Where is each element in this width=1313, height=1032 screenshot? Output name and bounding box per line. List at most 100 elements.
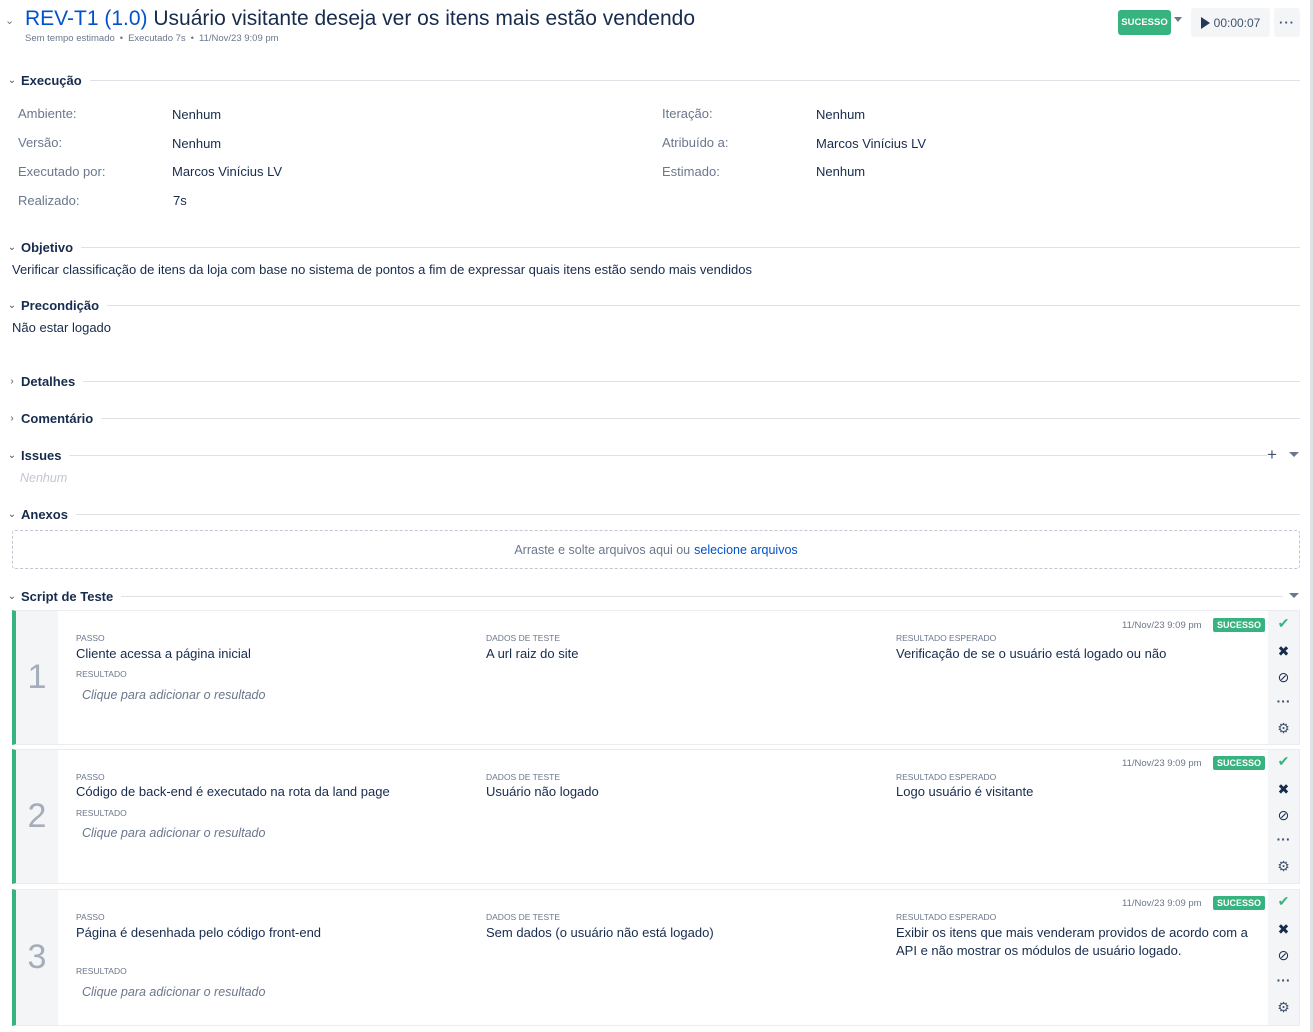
step-expected-text[interactable]: Exibir os itens que mais venderam provid… bbox=[896, 924, 1268, 960]
section-title: Comentário bbox=[21, 410, 94, 426]
meta-dot: • bbox=[190, 33, 194, 44]
caption-result: RESULTADO bbox=[76, 669, 127, 679]
caption-data: DADOS DE TESTE bbox=[486, 633, 560, 643]
test-step: 1 PASSO Cliente acessa a página inicial … bbox=[12, 610, 1300, 745]
caption-result: RESULTADO bbox=[76, 808, 127, 818]
test-step: 2 PASSO Código de back-end é executado n… bbox=[12, 749, 1300, 884]
test-step: 3 PASSO Página é desenhada pelo código f… bbox=[12, 889, 1300, 1026]
section-title: Script de Teste bbox=[21, 588, 114, 604]
chevron-right-icon: › bbox=[10, 412, 14, 424]
divider bbox=[107, 304, 1300, 306]
step-date: 11/Nov/23 9:09 pm bbox=[1122, 758, 1202, 769]
more-icon[interactable]: ··· bbox=[1268, 693, 1299, 709]
issues-dropdown-icon[interactable] bbox=[1289, 452, 1299, 457]
objective-text: Verificar classificação de itens da loja… bbox=[12, 262, 752, 277]
block-icon[interactable]: ⊘ bbox=[1268, 669, 1299, 686]
test-key-link[interactable]: REV-T1 (1.0) bbox=[25, 7, 148, 30]
status-badge: SUCESSO bbox=[1213, 896, 1266, 910]
precondition-text: Não estar logado bbox=[12, 320, 112, 335]
page-title: REV-T1 (1.0) Usuário visitante deseja ve… bbox=[25, 6, 695, 32]
gear-icon[interactable]: ⚙ bbox=[1268, 999, 1299, 1016]
block-icon[interactable]: ⊘ bbox=[1268, 807, 1299, 824]
section-title: Execução bbox=[21, 72, 82, 88]
section-comentario[interactable]: › Comentário bbox=[7, 409, 1300, 427]
status-badge: SUCESSO bbox=[1213, 756, 1266, 770]
pass-icon[interactable]: ✔ bbox=[1268, 893, 1299, 910]
timer-button[interactable]: 00:00:07 bbox=[1191, 8, 1270, 37]
section-execucao[interactable]: ⌄ Execução bbox=[7, 71, 1300, 89]
chevron-down-icon: ⌄ bbox=[7, 299, 17, 311]
section-precondicao[interactable]: ⌄ Precondição bbox=[7, 296, 1300, 314]
step-data-text[interactable]: Usuário não logado bbox=[486, 783, 876, 801]
field-value-iteracao: Nenhum bbox=[816, 107, 866, 122]
add-issue-icon[interactable]: + bbox=[1267, 445, 1277, 465]
step-data-text[interactable]: Sem dados (o usuário não está logado) bbox=[486, 924, 876, 942]
select-files-link[interactable]: selecione arquivos bbox=[694, 543, 798, 557]
step-number: 1 bbox=[16, 611, 58, 744]
field-label-iteracao: Iteração: bbox=[662, 106, 713, 121]
field-label-executado-por: Executado por: bbox=[18, 164, 106, 179]
status-dropdown-icon[interactable] bbox=[1174, 17, 1182, 22]
caption-step: PASSO bbox=[76, 772, 105, 782]
step-date: 11/Nov/23 9:09 pm bbox=[1122, 620, 1202, 631]
step-text[interactable]: Página é desenhada pelo código front-end bbox=[76, 924, 466, 942]
fail-icon[interactable]: ✖ bbox=[1268, 921, 1299, 938]
field-value-ambiente: Nenhum bbox=[172, 107, 222, 122]
more-icon[interactable]: ··· bbox=[1268, 831, 1299, 847]
meta-dot: • bbox=[119, 33, 124, 44]
chevron-down-icon: ⌄ bbox=[7, 241, 17, 253]
fail-icon[interactable]: ✖ bbox=[1268, 643, 1299, 660]
divider bbox=[101, 417, 1300, 419]
meta-line: Sem tempo estimado • Executado 7s • 11/Nov/2… bbox=[25, 33, 279, 44]
caption-step: PASSO bbox=[76, 912, 105, 922]
caption-expected: RESULTADO ESPERADO bbox=[896, 912, 997, 922]
attachment-dropzone[interactable]: Arraste e solte arquivos aqui ou selecion… bbox=[12, 530, 1300, 569]
section-detalhes[interactable]: › Detalhes bbox=[7, 372, 1300, 390]
field-label-ambiente: Ambiente: bbox=[18, 106, 77, 121]
issues-empty: Nenhum bbox=[20, 471, 68, 485]
field-value-versao: Nenhum bbox=[172, 136, 222, 151]
fail-icon[interactable]: ✖ bbox=[1268, 781, 1299, 798]
divider bbox=[83, 380, 1300, 382]
step-text[interactable]: Cliente acessa a página inicial bbox=[76, 645, 466, 663]
pass-icon[interactable]: ✔ bbox=[1268, 753, 1299, 770]
more-icon[interactable]: ··· bbox=[1268, 972, 1299, 988]
section-script[interactable]: ⌄ Script de Teste bbox=[7, 587, 1283, 605]
field-label-atribuido: Atribuído a: bbox=[662, 135, 729, 150]
field-label-estimado: Estimado: bbox=[662, 164, 720, 179]
section-title: Detalhes bbox=[21, 373, 76, 389]
section-title: Precondição bbox=[21, 297, 100, 313]
test-title: Usuário visitante deseja ver os itens ma… bbox=[153, 7, 696, 30]
step-expected-text[interactable]: Logo usuário é visitante bbox=[896, 783, 1268, 801]
section-issues[interactable]: ⌄ Issues bbox=[7, 446, 1267, 464]
gear-icon[interactable]: ⚙ bbox=[1268, 858, 1299, 875]
collapse-header-icon[interactable]: ⌄ bbox=[5, 14, 14, 27]
result-placeholder[interactable]: Clique para adicionar o resultado bbox=[82, 826, 265, 840]
chevron-down-icon: ⌄ bbox=[7, 508, 17, 520]
gear-icon[interactable]: ⚙ bbox=[1268, 720, 1299, 737]
step-data-text[interactable]: A url raiz do site bbox=[486, 645, 876, 663]
divider bbox=[89, 79, 1300, 81]
pass-icon[interactable]: ✔ bbox=[1268, 615, 1299, 632]
section-title: Issues bbox=[21, 447, 62, 463]
section-objetivo[interactable]: ⌄ Objetivo bbox=[7, 238, 1300, 256]
divider bbox=[81, 246, 1300, 248]
caption-data: DADOS DE TESTE bbox=[486, 912, 560, 922]
status-button[interactable]: SUCESSO bbox=[1118, 10, 1171, 35]
field-label-realizado: Realizado: bbox=[18, 193, 80, 208]
chevron-down-icon: ⌄ bbox=[7, 74, 17, 86]
more-options-button[interactable]: ··· bbox=[1274, 8, 1300, 37]
script-dropdown-icon[interactable] bbox=[1289, 593, 1299, 598]
result-placeholder[interactable]: Clique para adicionar o resultado bbox=[82, 688, 265, 702]
section-anexos[interactable]: ⌄ Anexos bbox=[7, 505, 1300, 523]
step-text[interactable]: Código de back-end é executado na rota d… bbox=[76, 783, 466, 801]
step-expected-text[interactable]: Verificação de se o usuário está logado … bbox=[896, 645, 1268, 663]
block-icon[interactable]: ⊘ bbox=[1268, 947, 1299, 964]
caption-expected: RESULTADO ESPERADO bbox=[896, 633, 997, 643]
field-value-estimado: Nenhum bbox=[816, 164, 866, 179]
timer-value: 00:00:07 bbox=[1213, 15, 1261, 30]
result-placeholder[interactable]: Clique para adicionar o resultado bbox=[82, 985, 265, 999]
step-date: 11/Nov/23 9:09 pm bbox=[1122, 898, 1202, 909]
caption-data: DADOS DE TESTE bbox=[486, 772, 560, 782]
step-toolbar: ✔ ✖ ⊘ ··· ⚙ bbox=[1268, 750, 1299, 883]
